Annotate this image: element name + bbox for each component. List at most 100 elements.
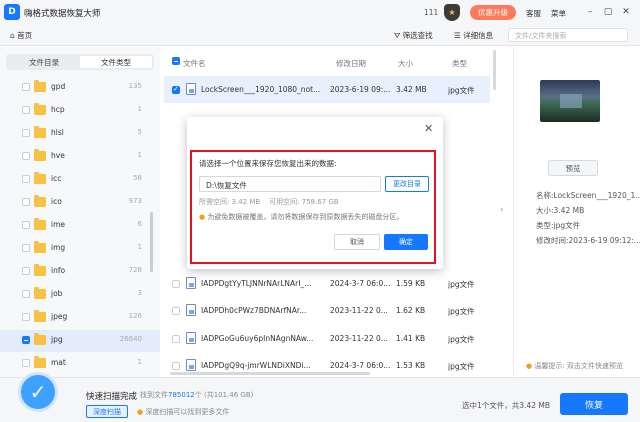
folder-item[interactable]: info 728 <box>0 261 160 283</box>
save-path-input[interactable]: D:\恢复文件 <box>199 176 381 192</box>
folder-checkbox[interactable] <box>22 83 30 91</box>
folder-count: 1 <box>137 358 142 366</box>
sidebar-scrollbar[interactable] <box>150 212 153 272</box>
folder-checkbox[interactable] <box>22 198 30 206</box>
file-date: 2023-6-19 09:... <box>330 85 391 94</box>
list-icon: ☰ <box>454 31 464 40</box>
folder-checkbox[interactable] <box>22 106 30 114</box>
image-file-icon <box>186 304 196 316</box>
table-row[interactable]: LockScreen___1920_1080_not... 2023-6-19 0… <box>164 76 490 103</box>
vip-shield-icon[interactable]: ★ <box>444 4 460 21</box>
close-icon[interactable]: ✕ <box>620 6 632 18</box>
search-input[interactable]: 文件/文件夹搜索 <box>508 28 628 42</box>
restore-icon[interactable]: ▢ <box>602 6 614 18</box>
home-breadcrumb[interactable]: ⌂ 首页 <box>10 30 32 41</box>
table-row[interactable]: IADPDgtYyTLJNNrNArLNArI_... 2024-3-7 06:0… <box>164 270 490 297</box>
deep-scan-button[interactable]: 深度扫描 <box>86 405 128 418</box>
preview-button[interactable]: 预览 <box>548 160 598 176</box>
overwrite-warning: ● 为避免数据被覆盖，请勿将数据保存到原数据丢失的磁盘分区。 <box>199 213 404 221</box>
folder-item[interactable]: ime 6 <box>0 215 160 237</box>
select-all-checkbox[interactable] <box>172 57 180 65</box>
folder-item[interactable]: icc 58 <box>0 169 160 191</box>
row-checkbox[interactable] <box>172 280 180 288</box>
folder-icon <box>34 264 46 276</box>
filter-button[interactable]: ⛛ 筛选查找 <box>394 30 433 41</box>
folder-checkbox[interactable] <box>22 313 30 321</box>
folder-item[interactable]: job 3 <box>0 284 160 306</box>
app-title: 嗨格式数据恢复大师 <box>24 9 101 19</box>
folder-count: 1 <box>137 105 142 113</box>
file-name: LockScreen___1920_1080_not... <box>201 85 321 94</box>
preview-thumbnail <box>540 80 600 122</box>
image-file-icon <box>186 359 196 371</box>
file-type: jpg文件 <box>448 307 475 316</box>
folder-name: hlsl <box>51 128 64 137</box>
recover-button[interactable]: 恢复 <box>560 393 628 415</box>
file-size: 1.62 KB <box>396 306 426 315</box>
ok-button[interactable]: 确定 <box>384 234 428 250</box>
row-checkbox[interactable] <box>172 335 180 343</box>
folder-icon <box>34 126 46 138</box>
column-header-date[interactable]: 修改日期 <box>336 58 366 69</box>
column-header-size[interactable]: 大小 <box>398 58 413 69</box>
folder-checkbox[interactable] <box>22 290 30 298</box>
folder-count: 126 <box>128 312 142 320</box>
file-name: IADPGoGu6uy6pInNAgnNAw... <box>201 334 314 343</box>
tab-file-directory[interactable]: 文件目录 <box>8 56 80 68</box>
folder-item[interactable]: hlsl 5 <box>0 123 160 145</box>
folder-name: icc <box>51 174 62 183</box>
service-button[interactable]: 客服 <box>526 8 541 19</box>
table-row[interactable]: IADPDh0cPWz7BDNArfNAr... 2023-11-22 0... 1… <box>164 297 490 324</box>
folder-checkbox[interactable] <box>22 221 30 229</box>
column-header-type[interactable]: 类型 <box>452 58 467 69</box>
folder-item[interactable]: hve 1 <box>0 146 160 168</box>
file-list-hscrollbar[interactable] <box>170 372 370 375</box>
preview-name: 名称:LockScreen___1920_1... <box>536 191 640 200</box>
folder-checkbox[interactable] <box>22 359 30 367</box>
chevron-right-icon[interactable]: › <box>500 205 504 215</box>
folder-item[interactable]: img 1 <box>0 238 160 260</box>
details-button[interactable]: ☰ 详细信息 <box>454 30 493 41</box>
folder-item[interactable]: jpg 26640 <box>0 330 160 352</box>
tab-file-type[interactable]: 文件类型 <box>80 56 152 68</box>
file-size: 1.59 KB <box>396 279 426 288</box>
folder-count: 6 <box>137 220 142 228</box>
row-checkbox[interactable] <box>172 307 180 315</box>
folder-name: job <box>51 289 63 298</box>
folder-item[interactable]: hcp 1 <box>0 100 160 122</box>
folder-name: jpeg <box>51 312 68 321</box>
row-checkbox[interactable] <box>172 85 180 94</box>
folder-count: 728 <box>128 266 142 274</box>
folder-item[interactable]: jpeg 126 <box>0 307 160 329</box>
file-type: jpg文件 <box>448 362 475 371</box>
folder-checkbox[interactable] <box>22 175 30 183</box>
file-name: IADPDh0cPWz7BDNArfNAr... <box>201 306 307 315</box>
folder-checkbox[interactable] <box>22 152 30 160</box>
folder-name: hve <box>51 151 65 160</box>
row-checkbox[interactable] <box>172 362 180 370</box>
folder-item[interactable]: ico 973 <box>0 192 160 214</box>
cancel-button[interactable]: 取消 <box>334 234 380 250</box>
folder-name: mat <box>51 358 66 367</box>
folder-icon <box>34 333 46 345</box>
table-row[interactable]: IADPGoGu6uy6pInNAgnNAw... 2023-11-22 0...… <box>164 325 490 352</box>
file-type: jpg文件 <box>448 335 475 344</box>
folder-checkbox[interactable] <box>22 244 30 252</box>
column-header-name[interactable]: 文件名 <box>183 58 206 69</box>
menu-button[interactable]: 菜单 <box>551 8 566 19</box>
file-list-scrollbar[interactable] <box>493 50 496 90</box>
folder-checkbox[interactable] <box>22 129 30 137</box>
folder-item[interactable]: gpd 135 <box>0 77 160 99</box>
folder-item[interactable]: mat 1 <box>0 353 160 375</box>
dialog-close-icon[interactable]: ✕ <box>424 122 433 135</box>
folder-icon <box>34 172 46 184</box>
folder-checkbox[interactable] <box>22 267 30 275</box>
upgrade-button[interactable]: 优惠升级 <box>470 5 516 20</box>
folder-count: 973 <box>128 197 142 205</box>
change-directory-button[interactable]: 更改目录 <box>385 176 429 192</box>
folder-checkbox[interactable] <box>22 336 30 344</box>
image-file-icon <box>186 332 196 344</box>
folder-icon <box>34 310 46 322</box>
deep-scan-hint: ● 深度扫描可以找到更多文件 <box>137 408 230 416</box>
minimize-icon[interactable]: – <box>584 6 596 18</box>
